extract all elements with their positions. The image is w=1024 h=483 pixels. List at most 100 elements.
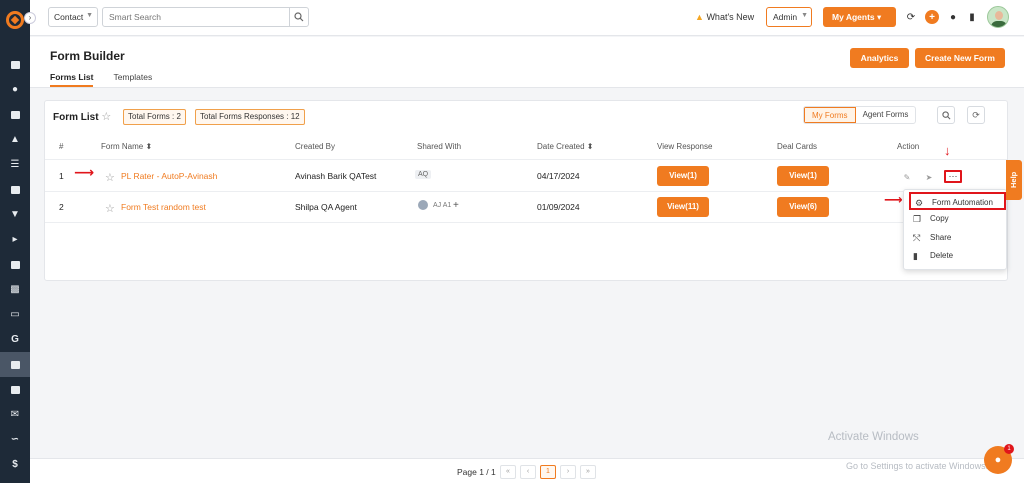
bank-icon[interactable]: ▲ — [0, 127, 30, 152]
chevron-down-icon: ▼ — [86, 12, 93, 19]
forms-icon[interactable] — [0, 352, 30, 377]
smart-search-input[interactable] — [102, 7, 290, 27]
menu-item-label: Delete — [930, 251, 954, 260]
current-page-button[interactable]: 1 — [540, 465, 556, 479]
windows-watermark-title: Activate Windows — [828, 431, 919, 443]
col-action: Action — [897, 142, 920, 151]
create-new-form-button[interactable]: Create New Form — [915, 48, 1005, 68]
admin-select-value: Admin — [773, 12, 798, 22]
tab-templates[interactable]: Templates — [113, 72, 152, 87]
shared-avatar: AQ — [415, 170, 432, 179]
dashboard-icon[interactable] — [0, 52, 30, 77]
next-page-button[interactable]: › — [560, 465, 576, 479]
menu-item-form-automation[interactable]: ⚙ Form Automation — [909, 192, 1006, 210]
form-name-link[interactable]: PL Rater - AutoP-Avinash — [121, 171, 217, 181]
actions-dropdown: ⚙ Form Automation ❐ Copy ⤲ Share ▮ Delete — [903, 189, 1007, 270]
signature-icon[interactable]: ∽ — [0, 427, 30, 452]
documents-icon[interactable] — [0, 102, 30, 127]
help-tab[interactable]: Help — [1006, 160, 1022, 200]
search-icon[interactable] — [937, 106, 955, 124]
forms-toggle: My Forms Agent Forms — [803, 106, 917, 124]
folder-icon[interactable]: ▭ — [0, 302, 30, 327]
table-row: 2 ☆ Form Test random test Shilpa QA Agen… — [45, 192, 1007, 223]
card-title: Form List ☆ — [53, 110, 111, 123]
view-response-button[interactable]: View(1) — [657, 166, 709, 186]
list-icon[interactable]: ☰ — [0, 152, 30, 177]
more-options-button[interactable]: ··· — [944, 170, 962, 183]
module-select[interactable]: Contact ▼ — [48, 7, 98, 27]
col-number: # — [59, 142, 64, 151]
bell-icon[interactable]: ● — [946, 10, 960, 24]
contacts-icon[interactable]: ● — [0, 77, 30, 102]
share-icon: ⤲ — [913, 233, 921, 243]
view-response-button[interactable]: View(11) — [657, 197, 709, 217]
first-page-button[interactable]: « — [500, 465, 516, 479]
clipboard-icon[interactable]: ▮ — [965, 10, 979, 24]
fire-icon: ▲ — [695, 12, 704, 22]
deal-cards-button[interactable]: View(1) — [777, 166, 829, 186]
copy-icon: ❐ — [913, 214, 922, 224]
my-agents-button[interactable]: My Agents ▾ — [823, 7, 896, 27]
form-name-link[interactable]: Form Test random test — [121, 202, 206, 212]
analytics-button[interactable]: Analytics — [850, 48, 909, 68]
calendar-icon[interactable] — [0, 377, 30, 402]
card-title-text: Form List — [53, 112, 99, 123]
menu-item-delete[interactable]: ▮ Delete — [904, 247, 1008, 265]
row-number: 1 — [59, 171, 64, 181]
menu-item-copy[interactable]: ❐ Copy — [904, 210, 1008, 228]
search-icon[interactable] — [289, 7, 309, 27]
edit-icon[interactable]: ✎ — [900, 170, 914, 184]
date-created: 01/09/2024 — [537, 202, 580, 212]
star-icon[interactable]: ☆ — [101, 111, 111, 123]
dollar-icon[interactable]: $ — [0, 452, 30, 477]
filter-icon[interactable]: ▼ — [0, 202, 30, 227]
annotation-arrow-right-icon: ⟶ — [74, 164, 95, 180]
col-form-name[interactable]: Form Name ⬍ — [101, 142, 152, 151]
deal-cards-button[interactable]: View(6) — [777, 197, 829, 217]
my-forms-toggle[interactable]: My Forms — [804, 107, 856, 123]
shared-avatar — [417, 199, 429, 211]
agent-forms-toggle[interactable]: Agent Forms — [856, 107, 916, 123]
page-header: Form Builder Forms List Templates Analyt… — [30, 37, 1024, 88]
add-icon[interactable]: + — [925, 10, 939, 24]
refresh-icon[interactable]: ⟳ — [967, 106, 985, 124]
profile-icon[interactable] — [0, 177, 30, 202]
menu-item-label: Share — [930, 233, 952, 242]
col-view-response: View Response — [657, 142, 713, 151]
col-date-created[interactable]: Date Created ⬍ — [537, 142, 594, 151]
mail-icon[interactable]: ✉ — [0, 402, 30, 427]
whats-new-link[interactable]: ▲ What's New — [695, 12, 754, 22]
col-shared-with: Shared With — [417, 142, 462, 151]
date-created: 04/17/2024 — [537, 171, 580, 181]
admin-select[interactable]: Admin ▼ — [766, 7, 812, 27]
chat-button[interactable]: ● 1 — [984, 444, 1014, 474]
my-agents-label: My Agents — [832, 12, 875, 22]
send-icon[interactable]: ➤ — [922, 170, 936, 184]
tab-forms-list[interactable]: Forms List — [50, 72, 94, 87]
topbar: Contact▼ ▲ What's New Admin▼ My Agents ▾… — [30, 0, 1024, 36]
whats-new-label: What's New — [706, 12, 755, 22]
avatar[interactable] — [987, 6, 1009, 28]
notes-icon[interactable] — [0, 252, 30, 277]
created-by: Avinash Barik QATest — [295, 171, 377, 181]
menu-item-share[interactable]: ⤲ Share — [904, 229, 1008, 247]
page-title: Form Builder — [50, 49, 125, 63]
refresh-icon[interactable]: ⟳ — [904, 10, 918, 24]
sidebar: ● ▲ ☰ ▼ ▸ ▩ ▭ G ✉ ∽ $ — [0, 0, 30, 483]
reports-icon[interactable]: ▩ — [0, 277, 30, 302]
table-header: # Form Name ⬍ Created By Shared With Dat… — [45, 134, 1007, 160]
star-icon[interactable]: ☆ — [105, 202, 115, 215]
chevron-down-icon: ▼ — [801, 12, 808, 19]
google-icon[interactable]: G — [0, 327, 30, 352]
form-list-card: Form List ☆ Total Forms : 2 Total Forms … — [44, 100, 1008, 281]
menu-item-label: Form Automation — [932, 198, 993, 207]
add-share-icon[interactable]: + — [453, 200, 459, 211]
last-page-button[interactable]: » — [580, 465, 596, 479]
module-select-value: Contact — [54, 12, 84, 22]
annotation-arrow-right-icon: ⟶ — [884, 192, 903, 207]
sidebar-toggle-icon[interactable]: › — [24, 12, 36, 24]
star-icon[interactable]: ☆ — [105, 171, 115, 184]
shared-initials: AJ A1 — [433, 202, 452, 209]
prev-page-button[interactable]: ‹ — [520, 465, 536, 479]
megaphone-icon[interactable]: ▸ — [0, 227, 30, 252]
